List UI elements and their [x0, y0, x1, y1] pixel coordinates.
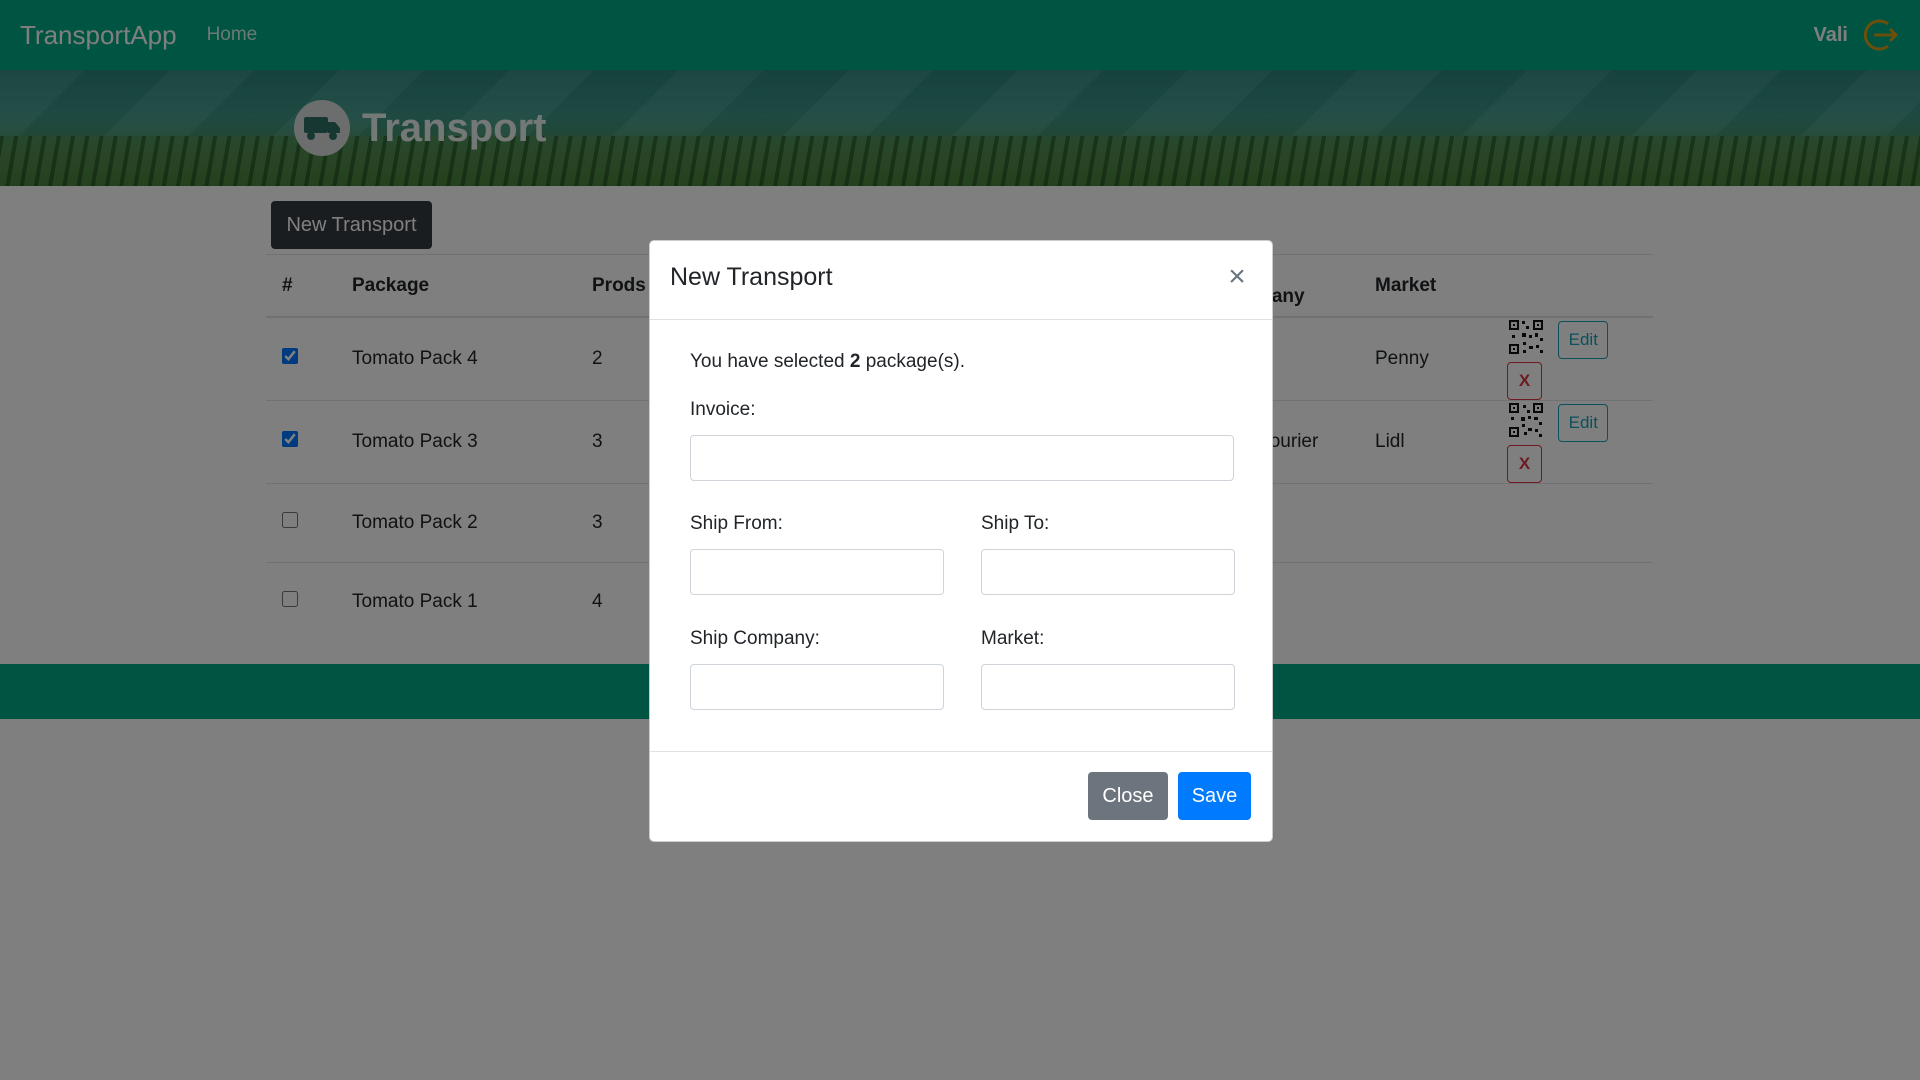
selection-count: 2 — [849, 351, 861, 372]
invoice-input[interactable] — [690, 435, 1234, 481]
new-transport-modal: New Transport × You have selected 2 pack… — [649, 240, 1273, 842]
selection-suffix: package(s). — [865, 351, 966, 372]
ship-from-label: Ship From: — [690, 513, 783, 534]
modal-header: New Transport × — [650, 241, 1272, 320]
invoice-label: Invoice: — [690, 399, 756, 420]
ship-company-input[interactable] — [690, 664, 944, 710]
ship-from-input[interactable] — [690, 549, 944, 595]
market-label: Market: — [981, 628, 1045, 649]
selection-summary: You have selected 2 package(s). — [690, 351, 965, 373]
ship-to-input[interactable] — [981, 549, 1235, 595]
close-icon[interactable]: × — [1222, 259, 1252, 295]
modal-title: New Transport — [670, 263, 833, 291]
selection-prefix: You have selected — [690, 351, 845, 372]
modal-footer: Close Save — [650, 751, 1272, 842]
ship-to-label: Ship To: — [981, 513, 1050, 534]
market-input[interactable] — [981, 664, 1235, 710]
ship-company-label: Ship Company: — [690, 628, 820, 649]
close-button[interactable]: Close — [1088, 772, 1168, 820]
save-button[interactable]: Save — [1178, 772, 1251, 820]
